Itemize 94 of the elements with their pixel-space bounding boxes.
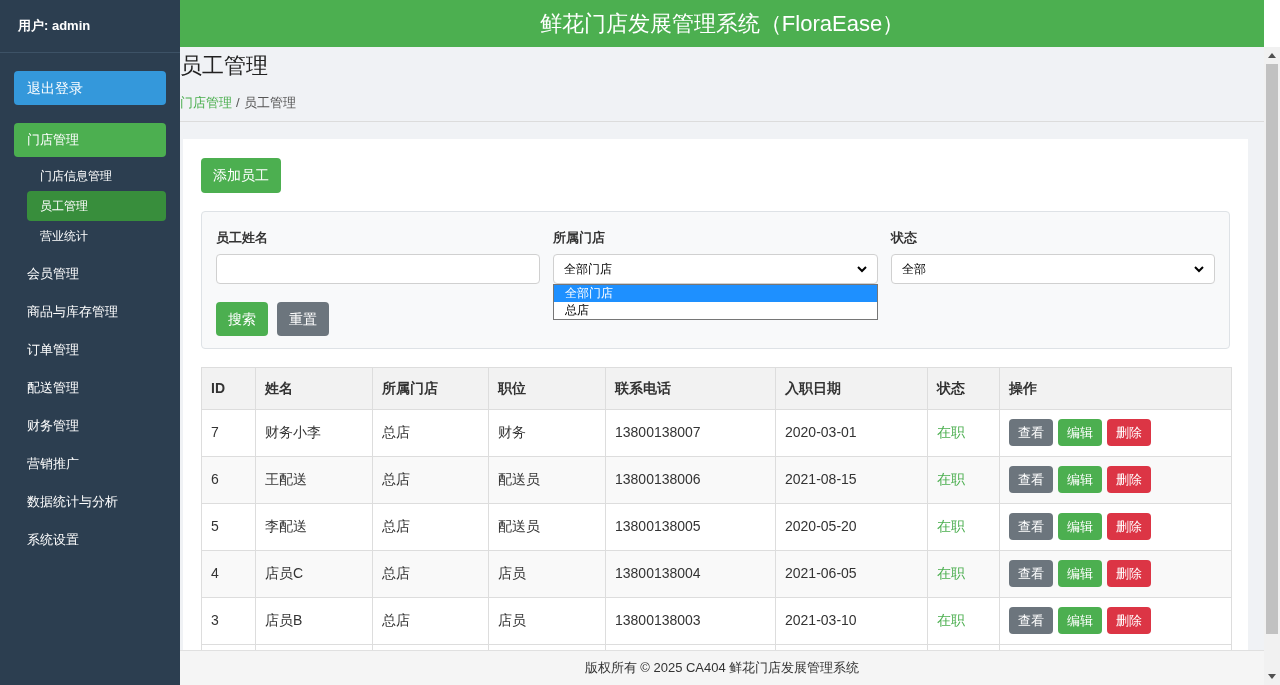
scroll-down-icon[interactable] (1268, 674, 1276, 679)
search-button[interactable]: 搜索 (216, 302, 268, 336)
column-header: 所属门店 (372, 367, 489, 409)
sidebar-item[interactable]: 订单管理 (14, 333, 166, 367)
table-cell: 6 (201, 456, 256, 503)
sidebar-item[interactable]: 配送管理 (14, 371, 166, 405)
add-employee-button[interactable]: 添加员工 (201, 157, 281, 193)
sidebar-item[interactable]: 系统设置 (14, 523, 166, 557)
column-header: ID (201, 367, 256, 409)
dropdown-option[interactable]: 总店 (554, 302, 877, 319)
table-cell: 总店 (372, 456, 489, 503)
table-cell: 3 (201, 597, 256, 644)
sidebar-item[interactable]: 商品与库存管理 (14, 295, 166, 329)
name-input-field[interactable] (216, 254, 541, 284)
field-label: 员工姓名 (216, 228, 269, 247)
column-header: 入职日期 (775, 367, 928, 409)
scrollbar-thumb[interactable] (1266, 64, 1278, 634)
edit-button[interactable]: 编辑 (1058, 560, 1102, 587)
user-label: 用户: admin (18, 17, 91, 36)
table-cell: 13800138007 (605, 409, 776, 456)
table-cell: 总店 (372, 503, 489, 550)
table-cell: 配送员 (488, 456, 606, 503)
delete-button[interactable]: 删除 (1107, 560, 1151, 587)
table-cell: 配送员 (488, 503, 606, 550)
table-cell: 2020-05-20 (775, 503, 928, 550)
status-text: 在职 (927, 409, 1000, 456)
table-cell: 王配送 (255, 456, 373, 503)
table-cell: 2021-06-05 (775, 550, 928, 597)
column-header: 状态 (927, 367, 1000, 409)
edit-button[interactable]: 编辑 (1058, 607, 1102, 634)
sidebar-subitem[interactable]: 营业统计 (27, 221, 166, 251)
page-title: 员工管理 (180, 52, 269, 80)
table-cell: 2021-08-15 (775, 456, 928, 503)
table-cell: 店员B (255, 597, 373, 644)
delete-button[interactable]: 删除 (1107, 466, 1151, 493)
field-label: 所属门店 (553, 228, 607, 247)
sidebar-item[interactable]: 会员管理 (14, 257, 166, 291)
status-text: 在职 (927, 550, 1000, 597)
breadcrumb-current: 员工管理 (243, 94, 296, 112)
table-cell: 财务小李 (255, 409, 373, 456)
table-cell: 总店 (372, 409, 489, 456)
column-header: 联系电话 (605, 367, 776, 409)
sidebar-subitem[interactable]: 门店信息管理 (27, 161, 166, 191)
status-text: 在职 (927, 597, 1000, 644)
app-title: 鲜花门店发展管理系统（FloraEase） (539, 10, 905, 38)
view-button[interactable]: 查看 (1009, 560, 1053, 587)
table-cell: 2020-03-01 (775, 409, 928, 456)
sidebar-item[interactable]: 营销推广 (14, 447, 166, 481)
sidebar-item[interactable]: 数据统计与分析 (14, 485, 166, 519)
column-header: 职位 (488, 367, 606, 409)
field-label: 状态 (890, 228, 918, 247)
edit-button[interactable]: 编辑 (1058, 466, 1102, 493)
delete-button[interactable]: 删除 (1107, 607, 1151, 634)
delete-button[interactable]: 删除 (1107, 419, 1151, 446)
delete-button[interactable]: 删除 (1107, 513, 1151, 540)
table-cell: 13800138003 (605, 597, 776, 644)
view-button[interactable]: 查看 (1009, 419, 1053, 446)
edit-button[interactable]: 编辑 (1058, 513, 1102, 540)
table-cell: 店员 (488, 550, 606, 597)
chevron-down-icon (1194, 265, 1204, 273)
breadcrumb-link[interactable]: 门店管理 (180, 93, 232, 113)
sidebar-item[interactable]: 财务管理 (14, 409, 166, 443)
column-header: 姓名 (255, 367, 373, 409)
status-text: 在职 (927, 456, 1000, 503)
table-cell: 7 (201, 409, 256, 456)
view-button[interactable]: 查看 (1009, 607, 1053, 634)
table-cell: 13800138005 (605, 503, 776, 550)
view-button[interactable]: 查看 (1009, 513, 1053, 540)
table-cell: 13800138004 (605, 550, 776, 597)
table-cell: 13800138006 (605, 456, 776, 503)
table-cell: 财务 (488, 409, 606, 456)
table-cell: 总店 (372, 597, 489, 644)
copyright-text: 版权所有 © 2025 CA404 鲜花门店发展管理系统 (584, 659, 860, 678)
table-cell: 总店 (372, 550, 489, 597)
table-cell: 4 (201, 550, 256, 597)
table-cell: 店员C (255, 550, 373, 597)
table-cell: 2021-03-10 (775, 597, 928, 644)
scroll-up-icon[interactable] (1268, 53, 1276, 58)
table-cell: 5 (201, 503, 256, 550)
breadcrumb-separator: / (236, 94, 240, 112)
scrollbar[interactable] (1264, 47, 1280, 685)
table-cell: 店员 (488, 597, 606, 644)
dropdown-option[interactable]: 全部门店 (554, 285, 877, 302)
status-text: 在职 (927, 503, 1000, 550)
view-button[interactable]: 查看 (1009, 466, 1053, 493)
reset-button[interactable]: 重置 (277, 302, 329, 336)
status-select[interactable]: 全部 (890, 254, 1215, 284)
sidebar-subitem[interactable]: 员工管理 (27, 191, 166, 221)
column-header: 操作 (999, 367, 1232, 409)
chevron-down-icon (856, 265, 867, 273)
edit-button[interactable]: 编辑 (1058, 419, 1102, 446)
logout-button[interactable]: 退出登录 (14, 71, 166, 105)
table-cell: 李配送 (255, 503, 373, 550)
sidebar-item[interactable]: 门店管理 (14, 123, 166, 157)
